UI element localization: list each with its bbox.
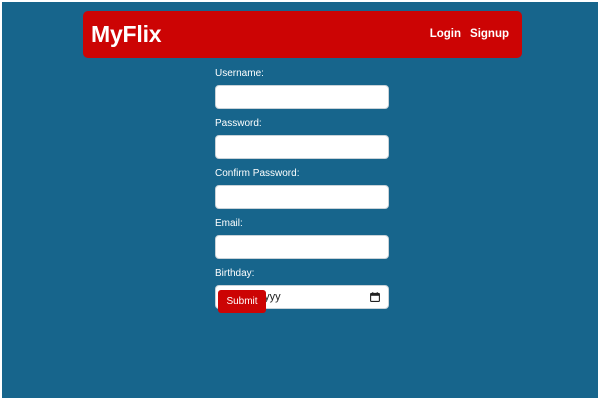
confirm-password-input[interactable] [215, 185, 389, 209]
brand-logo[interactable]: MyFlix [91, 20, 162, 48]
calendar-icon[interactable] [370, 292, 380, 302]
username-label: Username: [215, 68, 264, 79]
birthday-label: Birthday: [215, 268, 255, 279]
submit-button[interactable]: Submit [218, 290, 266, 313]
username-input[interactable] [215, 85, 389, 109]
confirm-password-label: Confirm Password: [215, 168, 300, 179]
nav-links: Login Signup [430, 26, 509, 42]
registration-form: Username: Password: Confirm Password: Em… [215, 68, 389, 314]
password-input[interactable] [215, 135, 389, 159]
navbar: MyFlix Login Signup [83, 11, 522, 58]
email-label: Email: [215, 218, 243, 229]
email-input[interactable] [215, 235, 389, 259]
login-link[interactable]: Login [430, 26, 461, 42]
page-background: MyFlix Login Signup Username: Password: … [2, 2, 598, 398]
signup-link[interactable]: Signup [470, 26, 509, 42]
password-label: Password: [215, 118, 262, 129]
